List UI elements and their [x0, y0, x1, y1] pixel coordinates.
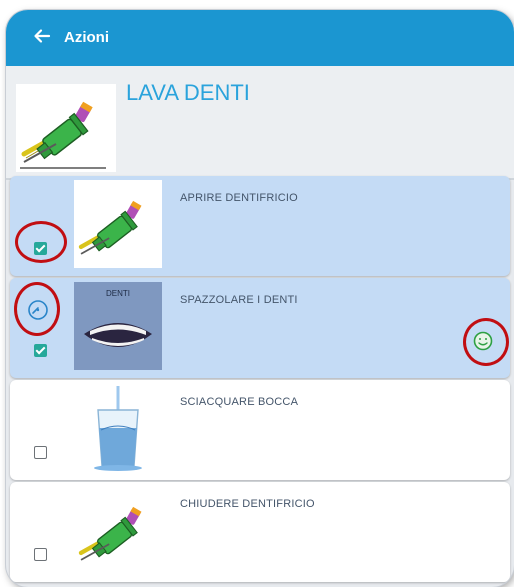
water-glass-icon [94, 386, 142, 471]
step-label: SPAZZOLARE I DENTI [180, 294, 298, 306]
toothpaste-toothbrush-icon [78, 506, 142, 561]
app-bar: Azioni [6, 10, 514, 66]
step-checkbox[interactable] [34, 344, 47, 357]
toothpaste-toothbrush-icon [78, 200, 142, 255]
step-checkbox[interactable] [34, 242, 47, 255]
smiley-icon[interactable] [472, 330, 494, 352]
activity-title: LAVA DENTI [126, 80, 250, 105]
image-caption: DENTI [106, 289, 130, 298]
step-image [74, 486, 162, 574]
step-row-chiudere-dentifricio[interactable]: CHIUDERE DENTIFRICIO [10, 482, 510, 582]
step-row-spazzolare-i-denti[interactable]: DENTI SPAZZOLARE I DENTI [10, 278, 510, 378]
step-label: APRIRE DENTIFRICIO [180, 192, 298, 204]
timer-icon[interactable] [26, 298, 50, 322]
activity-image [16, 84, 116, 172]
step-image [74, 384, 162, 472]
step-image: DENTI [74, 282, 162, 370]
arrow-left-icon[interactable] [33, 27, 51, 45]
app-bar-title: Azioni [64, 29, 109, 46]
step-label: CHIUDERE DENTIFRICIO [180, 498, 315, 510]
step-image [74, 180, 162, 268]
step-row-sciacquare-bocca[interactable]: SCIACQUARE BOCCA [10, 380, 510, 480]
activity-header: LAVA DENTI [6, 66, 514, 180]
step-label: SCIACQUARE BOCCA [180, 396, 299, 408]
step-checkbox[interactable] [34, 548, 47, 561]
step-checkbox[interactable] [34, 446, 47, 459]
step-row-aprire-dentifricio[interactable]: APRIRE DENTIFRICIO [10, 176, 510, 276]
app-window: Azioni LAVA DENTI APRIRE DENTIFRICIO DEN… [6, 10, 514, 587]
toothpaste-toothbrush-icon [20, 101, 106, 169]
